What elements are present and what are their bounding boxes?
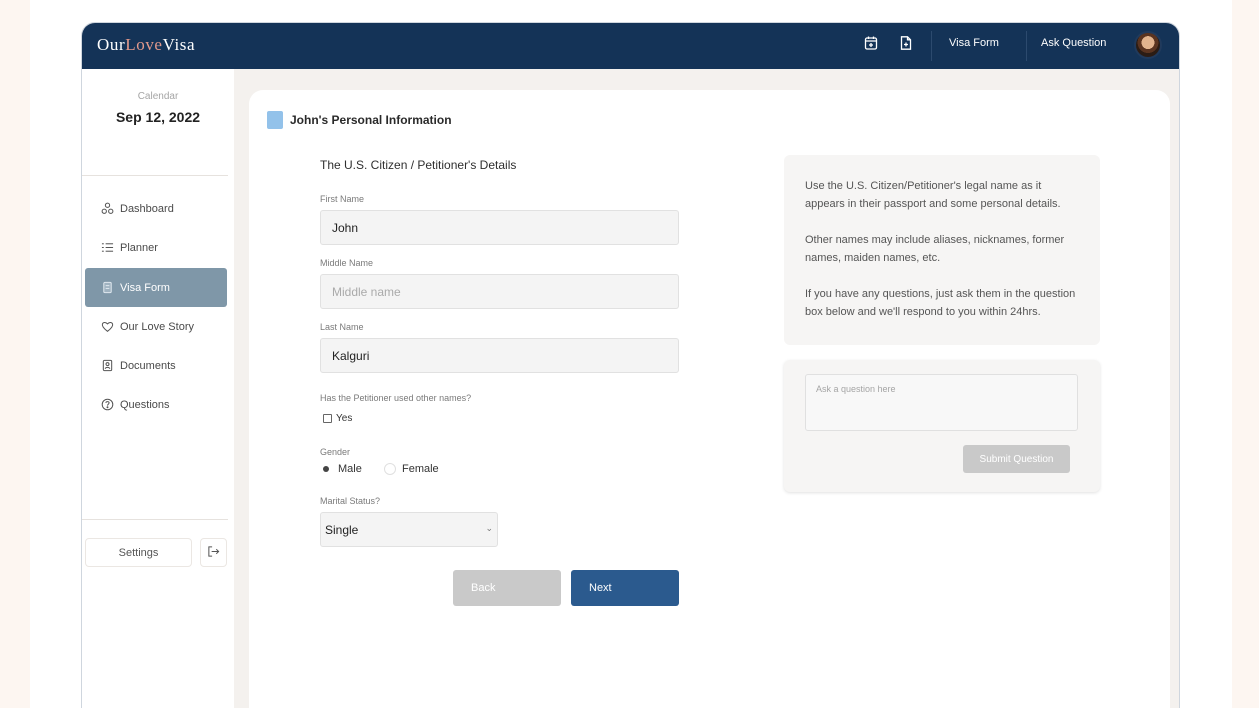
sidebar-item-label: Our Love Story bbox=[120, 320, 194, 333]
topbar-link-visa-form[interactable]: Visa Form bbox=[949, 37, 999, 49]
document-add-icon[interactable] bbox=[898, 35, 914, 51]
logo-text-our: Our bbox=[97, 35, 126, 54]
submit-question-button[interactable]: Submit Question bbox=[963, 445, 1070, 473]
heart-icon bbox=[100, 320, 114, 334]
sidebar-item-our-love-story[interactable]: Our Love Story bbox=[85, 307, 227, 346]
topbar-divider bbox=[931, 31, 932, 61]
section-title: The U.S. Citizen / Petitioner's Details bbox=[320, 158, 517, 172]
chevron-down-icon: ⌄ bbox=[485, 523, 493, 533]
sidebar-item-label: Planner bbox=[120, 241, 158, 254]
topbar-link-ask-question[interactable]: Ask Question bbox=[1041, 37, 1106, 49]
calendar-date[interactable]: Sep 12, 2022 bbox=[82, 109, 234, 125]
last-name-label: Last Name bbox=[320, 322, 364, 332]
other-names-checkbox[interactable] bbox=[323, 414, 332, 423]
middle-name-label: Middle Name bbox=[320, 258, 374, 268]
help-paragraph: If you have any questions, just ask them… bbox=[805, 288, 1076, 318]
back-button[interactable]: Back bbox=[453, 570, 561, 606]
sidebar-item-dashboard[interactable]: Dashboard bbox=[85, 189, 227, 228]
main-card: John's Personal Information The U.S. Cit… bbox=[249, 90, 1170, 708]
sidebar-item-label: Dashboard bbox=[120, 202, 174, 215]
other-names-label: Has the Petitioner used other names? bbox=[320, 393, 472, 403]
first-name-label: First Name bbox=[320, 194, 365, 204]
topbar-divider bbox=[1026, 31, 1027, 61]
sidebar-item-planner[interactable]: Planner bbox=[85, 228, 227, 267]
sidebar-item-questions[interactable]: Questions bbox=[85, 385, 227, 424]
section-marker bbox=[267, 111, 283, 129]
ask-question-box: Ask a question here Submit Question bbox=[784, 360, 1100, 492]
radio-button-selected[interactable] bbox=[320, 463, 332, 475]
user-avatar[interactable] bbox=[1134, 31, 1162, 59]
checkbox-label: Yes bbox=[336, 413, 353, 424]
card-title: John's Personal Information bbox=[290, 113, 452, 127]
sidebar-divider bbox=[82, 175, 228, 176]
middle-name-field[interactable]: Middle name bbox=[320, 274, 679, 309]
settings-button[interactable]: Settings bbox=[85, 538, 192, 567]
gender-option-female[interactable]: Female bbox=[384, 463, 439, 475]
calendar-add-icon[interactable] bbox=[863, 35, 879, 51]
last-name-field[interactable]: Kalguri bbox=[320, 338, 679, 373]
sidebar-divider bbox=[82, 519, 228, 520]
planner-icon bbox=[100, 241, 114, 255]
sidebar-item-documents[interactable]: Documents bbox=[85, 346, 227, 385]
sidebar: Calendar Sep 12, 2022 Dashboard Planner … bbox=[82, 69, 234, 708]
app-window: OurLoveVisa Visa Form Ask Question Calen… bbox=[81, 22, 1180, 708]
app-logo[interactable]: OurLoveVisa bbox=[97, 35, 195, 55]
help-paragraph: Use the U.S. Citizen/Petitioner's legal … bbox=[805, 180, 1061, 210]
help-paragraph: Other names may include aliases, nicknam… bbox=[805, 234, 1065, 264]
marital-status-select[interactable]: Single ⌄ bbox=[320, 512, 498, 547]
document-icon bbox=[100, 359, 114, 373]
help-info-box: Use the U.S. Citizen/Petitioner's legal … bbox=[784, 155, 1100, 345]
gender-option-male[interactable]: Male bbox=[320, 463, 362, 475]
next-button[interactable]: Next bbox=[571, 570, 679, 606]
form-icon bbox=[100, 281, 114, 295]
logout-icon bbox=[207, 545, 220, 561]
top-navigation-bar: OurLoveVisa Visa Form Ask Question bbox=[82, 23, 1179, 69]
sidebar-item-label: Documents bbox=[120, 359, 176, 372]
first-name-field[interactable]: John bbox=[320, 210, 679, 245]
calendar-label: Calendar bbox=[137, 91, 179, 102]
radio-label: Male bbox=[338, 463, 362, 475]
sidebar-item-visa-form[interactable]: Visa Form bbox=[85, 268, 227, 307]
question-icon bbox=[100, 398, 114, 412]
logout-button[interactable] bbox=[200, 538, 227, 567]
radio-button[interactable] bbox=[384, 463, 396, 475]
select-value: Single bbox=[325, 522, 359, 537]
question-input[interactable]: Ask a question here bbox=[805, 374, 1078, 431]
radio-label: Female bbox=[402, 463, 439, 475]
logo-text-love: Love bbox=[125, 35, 163, 54]
other-names-checkbox-row[interactable]: Yes bbox=[323, 413, 352, 424]
dashboard-icon bbox=[100, 202, 114, 216]
gender-label: Gender bbox=[320, 447, 351, 457]
marital-status-label: Marital Status? bbox=[320, 496, 381, 506]
logo-text-visa: Visa bbox=[162, 35, 196, 54]
sidebar-item-label: Questions bbox=[120, 398, 170, 411]
sidebar-item-label: Visa Form bbox=[120, 281, 170, 294]
